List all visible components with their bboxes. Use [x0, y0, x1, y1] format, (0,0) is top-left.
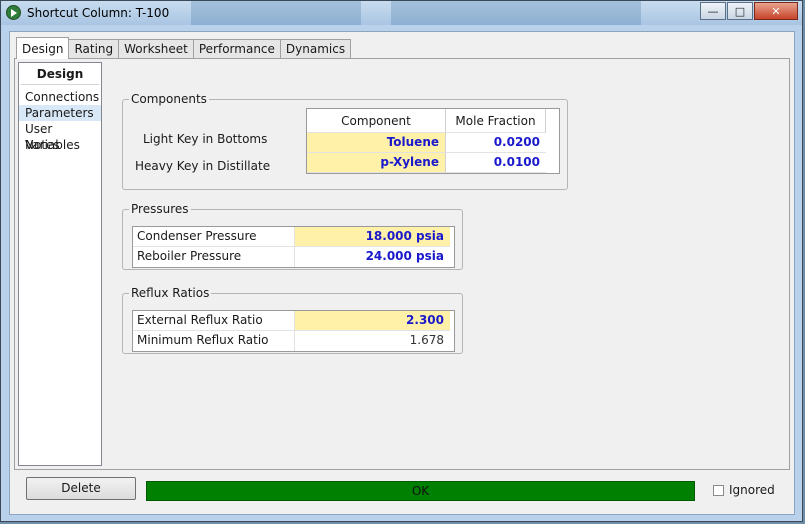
ignored-checkbox-group[interactable]: Ignored [713, 483, 775, 497]
pressures-group: Pressures Condenser Pressure 18.000 psia… [122, 202, 463, 270]
nav-item-user-variables[interactable]: User Variables [19, 121, 101, 152]
light-key-component-cell[interactable]: Toluene [307, 133, 446, 153]
column-header-mole-fraction: Mole Fraction [446, 109, 546, 133]
minimize-button[interactable]: — [700, 2, 726, 20]
minimize-icon: — [707, 4, 719, 18]
ignored-label: Ignored [729, 483, 775, 497]
background-window-ghost [391, 1, 641, 25]
column-header-component: Component [307, 109, 446, 133]
ignored-checkbox[interactable] [713, 484, 724, 496]
pressures-table: Condenser Pressure 18.000 psia Reboiler … [132, 226, 455, 268]
nav-item-connections[interactable]: Connections [19, 89, 101, 105]
light-key-label: Light Key in Bottoms [143, 132, 268, 146]
shortcut-column-window: Shortcut Column: T-100 — □ ✕ Design Rati… [0, 0, 803, 522]
design-tab-panel: Design Connections Parameters User Varia… [14, 58, 790, 470]
maximize-icon: □ [734, 4, 746, 18]
reflux-ratios-group-label: Reflux Ratios [129, 286, 212, 300]
nav-item-parameters[interactable]: Parameters [19, 105, 101, 121]
status-bar: OK [146, 481, 695, 501]
close-button[interactable]: ✕ [754, 2, 798, 20]
light-key-mole-fraction-cell[interactable]: 0.0200 [446, 133, 546, 153]
condenser-pressure-label: Condenser Pressure [133, 227, 295, 247]
window-title: Shortcut Column: T-100 [27, 6, 170, 20]
minimum-reflux-ratio-value: 1.678 [409, 333, 444, 347]
window-controls: — □ ✕ [699, 2, 798, 20]
tab-bar: Design Rating Worksheet Performance Dyna… [16, 37, 352, 59]
tab-dynamics[interactable]: Dynamics [279, 39, 352, 58]
dialog-client-area: Design Rating Worksheet Performance Dyna… [9, 31, 795, 515]
external-reflux-ratio-label: External Reflux Ratio [133, 311, 295, 331]
maximize-button[interactable]: □ [727, 2, 753, 20]
reboiler-pressure-field[interactable]: 24.000 psia [295, 247, 450, 267]
app-icon [6, 5, 21, 20]
design-page-list: Design Connections Parameters User Varia… [18, 62, 102, 466]
external-reflux-ratio-field[interactable]: 2.300 [295, 311, 450, 331]
heavy-key-component-cell[interactable]: p-Xylene [307, 153, 446, 173]
background-window-ghost [191, 1, 361, 25]
minimum-reflux-ratio-label: Minimum Reflux Ratio [133, 331, 295, 351]
heavy-key-label: Heavy Key in Distillate [135, 159, 271, 173]
condenser-pressure-field[interactable]: 18.000 psia [295, 227, 450, 247]
tab-performance[interactable]: Performance [192, 39, 281, 58]
heavy-key-mole-fraction-cell[interactable]: 0.0100 [446, 153, 546, 173]
components-group: Components Light Key in Bottoms Heavy Ke… [122, 92, 568, 190]
reflux-ratios-table: External Reflux Ratio 2.300 Minimum Refl… [132, 310, 455, 352]
pressures-group-label: Pressures [129, 202, 191, 216]
tab-design[interactable]: Design [16, 37, 70, 59]
design-page-list-header: Design [21, 63, 99, 85]
title-bar[interactable]: Shortcut Column: T-100 — □ ✕ [1, 1, 802, 25]
key-components-table: Component Mole Fraction Toluene 0.0200 p… [306, 108, 560, 174]
reflux-ratios-group: Reflux Ratios External Reflux Ratio 2.30… [122, 286, 463, 354]
reboiler-pressure-label: Reboiler Pressure [133, 247, 295, 267]
delete-button[interactable]: Delete [26, 477, 136, 500]
tab-worksheet[interactable]: Worksheet [118, 39, 194, 58]
components-group-label: Components [129, 92, 209, 106]
tab-rating[interactable]: Rating [68, 39, 120, 58]
close-icon: ✕ [771, 4, 781, 18]
